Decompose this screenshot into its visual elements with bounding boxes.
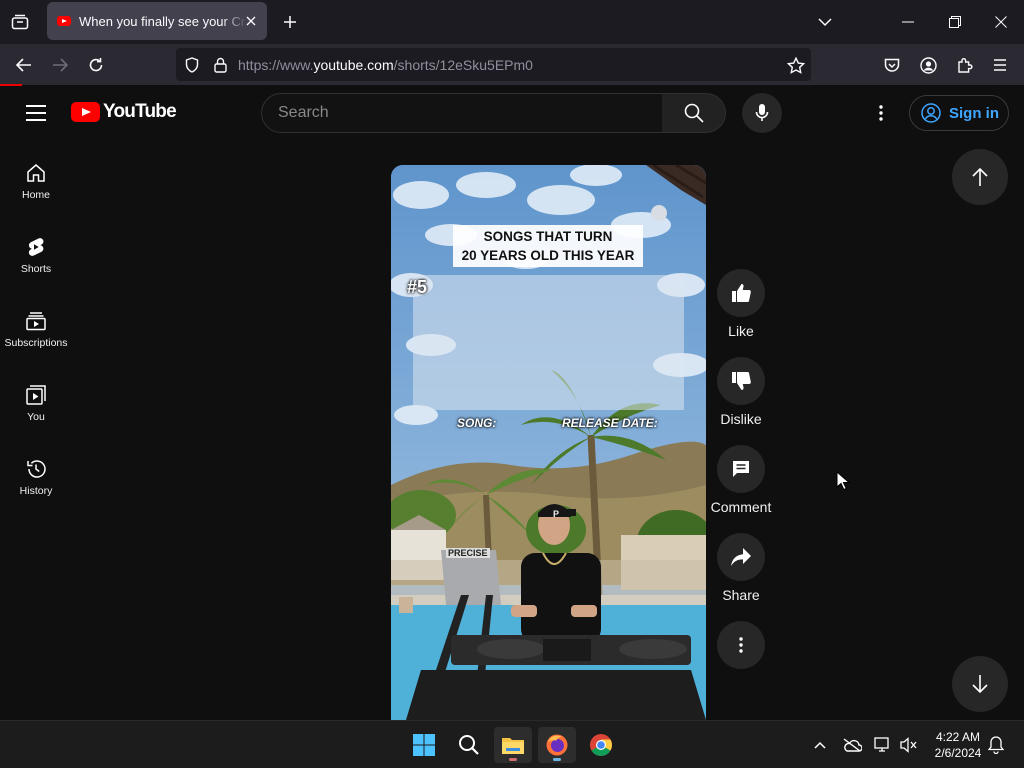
volume-muted-icon[interactable] (899, 735, 919, 755)
arrow-down-icon (972, 675, 988, 694)
sidebar-item-shorts[interactable]: Shorts (0, 216, 72, 290)
taskbar: 4:22 AM 2/6/2024 (0, 720, 1024, 768)
browser-tab-strip: When you finally see your Crush (0, 0, 1024, 44)
share-button[interactable]: Share (710, 533, 772, 603)
clock-date: 2/6/2024 (934, 746, 982, 760)
tab-close-icon[interactable] (243, 13, 259, 29)
url-text: https://www.youtube.com/shorts/12eSku5EP… (238, 57, 533, 73)
comment-icon (733, 461, 749, 477)
history-icon (27, 460, 46, 478)
search-icon (684, 103, 704, 123)
more-vertical-icon (739, 637, 743, 653)
comment-label: Comment (710, 499, 772, 515)
more-actions-button[interactable] (710, 621, 772, 669)
arrow-up-icon (972, 167, 988, 186)
sidebar-item-home[interactable]: Home (0, 142, 72, 216)
extensions-icon[interactable] (950, 51, 978, 79)
back-arrow-icon[interactable] (10, 51, 38, 79)
notification-bell-icon[interactable] (986, 735, 1006, 755)
clock-time: 4:22 AM (935, 730, 981, 744)
rank-label: #5 (407, 277, 428, 297)
tab-title: When you finally see your Crush (79, 13, 247, 29)
browser-nav-bar: https://www.youtube.com/shorts/12eSku5EP… (0, 44, 1024, 85)
minimize-icon[interactable] (894, 8, 922, 36)
chevron-down-icon[interactable] (813, 10, 837, 34)
cap-letter: P (553, 509, 560, 519)
shorts-video-player[interactable]: SONGS THAT TURN 20 YEARS OLD THIS YEAR #… (391, 165, 706, 720)
sidebar-item-subscriptions[interactable]: Subscriptions (0, 290, 72, 364)
youtube-header: YouTube Search Sign in (0, 86, 1024, 142)
search-placeholder: Search (278, 104, 329, 121)
tracking-shield-icon[interactable] (182, 55, 202, 75)
song-label: SONG: (457, 416, 497, 430)
bookmark-star-icon[interactable] (786, 55, 806, 75)
forward-arrow-icon[interactable] (46, 51, 74, 79)
file-explorer-icon[interactable] (494, 727, 532, 763)
sidebar-item-label: Home (21, 189, 50, 201)
dislike-label: Dislike (720, 411, 762, 427)
microphone-icon (755, 104, 769, 121)
taskbar-search-icon[interactable] (450, 727, 488, 763)
voice-search-button[interactable] (742, 93, 782, 133)
chrome-icon[interactable] (582, 727, 620, 763)
lock-icon[interactable] (210, 55, 230, 75)
restore-icon[interactable] (941, 8, 969, 36)
youtube-play-icon (71, 102, 100, 122)
like-button[interactable]: Like (710, 269, 772, 339)
comment-button[interactable]: Comment (710, 445, 772, 515)
app-menu-icon[interactable] (986, 51, 1014, 79)
onedrive-icon[interactable] (842, 735, 862, 755)
sidebar-item-history[interactable]: History (0, 438, 72, 512)
youtube-favicon-icon (57, 16, 71, 26)
user-circle-icon (921, 103, 941, 123)
you-icon (26, 385, 46, 405)
sign-in-label: Sign in (949, 104, 999, 122)
release-date-label: RELEASE DATE: (562, 416, 658, 430)
reload-icon[interactable] (82, 51, 110, 79)
windows-start-icon[interactable] (405, 727, 443, 763)
sign-in-button[interactable]: Sign in (909, 95, 1009, 131)
sidebar-item-label: You (27, 411, 45, 423)
tab-list-icon[interactable] (6, 8, 34, 36)
search-button[interactable] (662, 93, 726, 133)
settings-kebab-icon[interactable] (866, 98, 896, 128)
share-label: Share (722, 587, 760, 603)
video-overlay-panel (413, 275, 684, 410)
browser-tab-active[interactable]: When you finally see your Crush (47, 2, 267, 40)
previous-short-button[interactable] (952, 149, 1008, 205)
laptop-sticker: PRECISE (446, 548, 490, 558)
like-label: Like (728, 323, 754, 339)
search-input[interactable]: Search (261, 93, 663, 133)
youtube-logo-text: YouTube (103, 101, 177, 122)
thumbs-down-icon (732, 372, 751, 390)
share-icon (731, 548, 751, 566)
firefox-icon[interactable] (538, 727, 576, 763)
sidebar-item-label: History (19, 485, 53, 497)
url-bar[interactable]: https://www.youtube.com/shorts/12eSku5EP… (176, 48, 811, 81)
hamburger-menu-icon[interactable] (22, 101, 50, 125)
network-icon[interactable] (873, 735, 893, 755)
mouse-cursor-icon (836, 471, 850, 491)
new-tab-icon[interactable] (278, 10, 302, 34)
account-icon[interactable] (914, 51, 942, 79)
sidebar-item-label: Subscriptions (4, 337, 68, 349)
sidebar: Home Shorts Subscriptions You History (0, 142, 72, 720)
subscriptions-icon (26, 312, 46, 331)
close-window-icon[interactable] (987, 8, 1015, 36)
sidebar-item-you[interactable]: You (0, 364, 72, 438)
sidebar-item-label: Shorts (20, 263, 52, 275)
chevron-up-icon[interactable] (810, 735, 830, 755)
shorts-icon (28, 238, 44, 256)
thumbs-up-icon (732, 284, 751, 302)
youtube-logo[interactable]: YouTube (71, 101, 177, 123)
pocket-icon[interactable] (878, 51, 906, 79)
system-clock[interactable]: 4:22 AM 2/6/2024 (925, 729, 991, 761)
video-caption: SONGS THAT TURN 20 YEARS OLD THIS YEAR (453, 225, 643, 267)
dislike-button[interactable]: Dislike (710, 357, 772, 427)
home-icon (27, 164, 45, 182)
next-short-button[interactable] (952, 656, 1008, 712)
